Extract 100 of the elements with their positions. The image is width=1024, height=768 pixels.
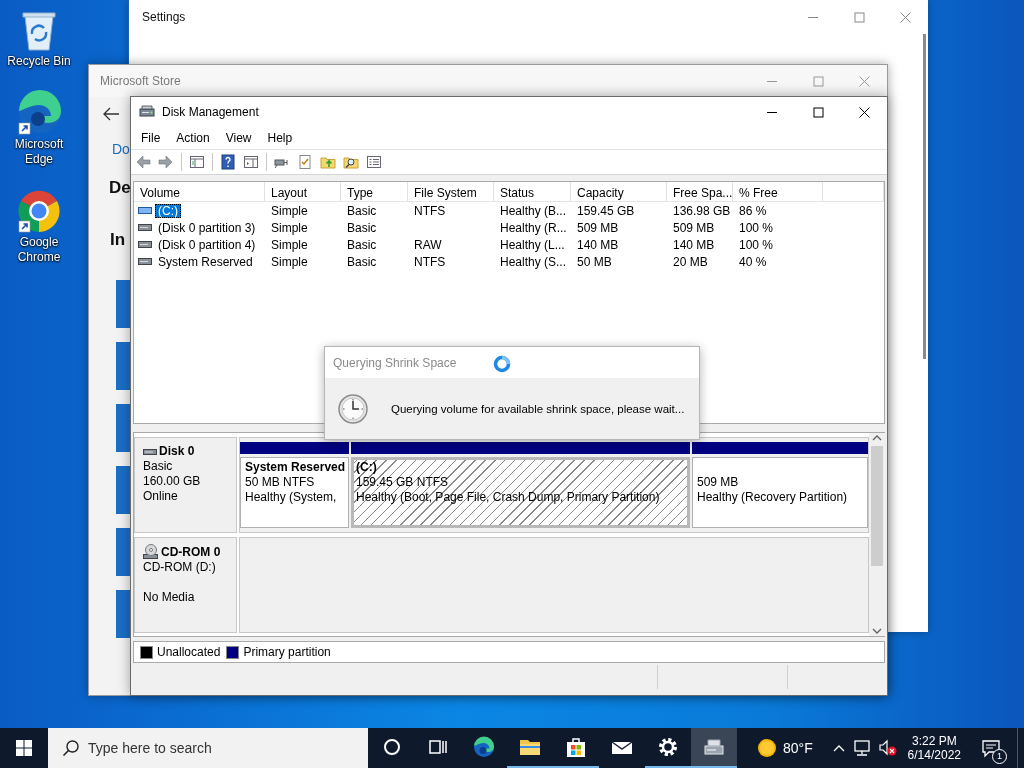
table-cell: Simple [271,220,308,235]
volume-icon [138,204,152,217]
link[interactable]: Do [112,141,130,157]
disc-drive-icon [143,544,159,560]
table-cell: 159.45 GB [577,203,635,218]
scrollbar[interactable] [869,433,885,636]
partition-name: System Reserved [245,460,344,475]
minimize-icon [767,80,777,82]
menu-item[interactable]: File [133,129,169,147]
table-cell: Simple [271,237,308,252]
swirl-icon[interactable] [15,89,63,137]
partition-name: (C:) [356,460,378,475]
checklist-icon[interactable] [297,154,313,170]
message-icon [981,738,1001,758]
table-cell: RAW [414,237,442,252]
menu-item[interactable]: View [217,129,260,147]
table-cell: 140 MB [577,237,619,252]
table-cell: Healthy (S... [500,254,567,269]
icon-label[interactable]: Google Chrome [3,235,75,265]
table-cell: 136.98 GB [673,203,731,218]
folder-arrow-icon[interactable] [320,154,336,170]
table-cell[interactable]: (Disk 0 partition 4) [155,237,259,252]
disk-name: CD-ROM 0 [161,544,221,560]
table-cell: 509 MB [577,220,619,235]
table-cell: 20 MB [673,254,708,269]
table-cell: Basic [347,254,377,269]
disk-info: CD-ROM (D:) [143,560,217,575]
clock-button[interactable]: 3:22 PM 6/14/2022 [903,734,965,762]
icon-label[interactable]: Microsoft Edge [3,137,75,167]
icon-label[interactable]: Recycle Bin [3,54,75,69]
table-cell: Basic [347,203,377,218]
network-icon[interactable] [851,739,872,757]
search-icon [62,739,80,757]
partition-block[interactable]: (C:) 159.45 GB NTFS Healthy (Boot, Page File, Crash Dump, Primary Partition) [351,457,690,528]
table-cell[interactable]: System Reserved [155,254,256,269]
shopping-bag-icon [564,735,588,759]
back-arrow-icon[interactable] [102,107,120,121]
table-cell: 509 MB [673,220,715,235]
forward-arrow-icon[interactable] [158,154,174,170]
disk-label-panel[interactable]: CD-ROM 0 CD-ROM (D:) No Media [134,537,237,633]
menu-item[interactable]: Help [259,129,301,147]
muted-speaker-icon[interactable] [877,739,898,757]
maximize-icon [853,11,865,23]
sun-icon [757,738,777,758]
minimize-icon [767,111,777,113]
table-cell: 40 % [739,254,767,269]
window-title: Disk Management [162,105,259,119]
taskbar-button[interactable] [691,728,737,768]
table-cell: NTFS [414,203,446,218]
table-cell: Healthy (B... [500,203,567,218]
partition-block[interactable]: System Reserved 50 MB NTFS Healthy (System, [240,457,349,528]
help-icon[interactable] [220,154,236,170]
table-cell: 100 % [739,220,774,235]
disk-drive-icon [139,104,155,120]
maximize-icon [812,75,824,87]
volume-icon [138,238,152,251]
legend-label: Primary partition [243,645,331,659]
windows-logo-icon [16,740,32,756]
disk-info: 160.00 GB [143,474,202,489]
disk-drive-icon [143,446,157,457]
menu-item[interactable]: Action [168,129,218,147]
partition-block[interactable]: 509 MB Healthy (Recovery Partition) [692,457,868,528]
disk-info: Online [143,489,179,504]
table-cell: 86 % [739,203,767,218]
page-heading: De [109,178,131,198]
folder-search-icon[interactable] [343,154,359,170]
table-cell: Simple [271,254,308,269]
partition-detail: Healthy (Boot, Page File, Crash Dump, Primary Partition) [356,490,661,505]
window-title: Microsoft Store [100,74,181,88]
partition-detail: 50 MB NTFS [245,475,316,490]
search-field[interactable]: Type here to search [48,728,368,768]
close-icon [899,11,911,23]
legend-label: Unallocated [157,645,221,659]
dialog-title: Querying Shrink Space [333,355,457,370]
volume-icon [138,255,152,268]
disk-label-panel[interactable]: Disk 0 Basic 160.00 GB Online [134,437,237,533]
list-icon[interactable] [366,154,382,170]
pane-icon[interactable] [243,154,259,170]
weather-button[interactable]: 80°F [751,728,819,768]
volume-icon [138,221,152,234]
partition-detail: Healthy (Recovery Partition) [697,490,849,505]
table-cell: Basic [347,220,377,235]
table-cell[interactable]: (C:) [155,203,181,218]
scroll-down-icon[interactable] [872,626,882,636]
partition-detail: 159.45 GB NTFS [356,475,450,490]
scroll-up-icon[interactable] [872,433,882,443]
table-cell[interactable]: (Disk 0 partition 3) [155,220,259,235]
dialog-message: Querying volume for available shrink space, please wait... [391,402,685,415]
settings-icon [656,735,680,759]
minimize-icon [808,16,818,18]
section-heading: In [110,230,126,250]
console-tree-icon[interactable] [189,154,205,170]
disk-info: No Media [143,590,196,605]
notifications-button[interactable]: 1 [971,728,1011,768]
disk-name: Disk 0 [159,444,195,459]
table-cell: Healthy (L... [500,237,565,252]
swirl-icon [472,735,496,759]
table-cell: Basic [347,237,377,252]
table-cell: 50 MB [577,254,612,269]
scrollbar[interactable] [923,34,926,359]
